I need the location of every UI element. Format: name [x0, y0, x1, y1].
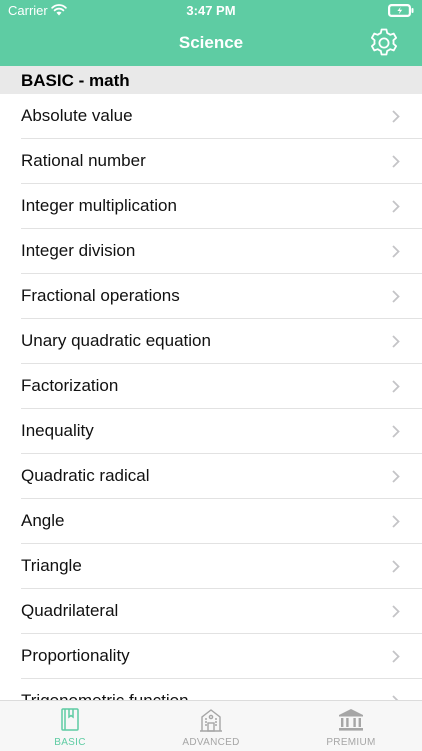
list-item-label: Trigonometric function — [21, 691, 189, 700]
list-item-label: Quadrilateral — [21, 601, 119, 620]
list-item-label: Integer multiplication — [21, 196, 177, 215]
list-item[interactable]: Trigonometric function — [21, 679, 422, 700]
list-item-label: Triangle — [21, 556, 82, 575]
chevron-right-icon — [392, 560, 400, 573]
list-item-label: Fractional operations — [21, 286, 180, 305]
list-item-label: Unary quadratic equation — [21, 331, 211, 350]
list-item[interactable]: Absolute value — [21, 94, 422, 139]
book-icon — [61, 708, 79, 731]
tab-bar: BASIC ADVANCED PREMIUM — [0, 700, 422, 751]
chevron-right-icon — [392, 605, 400, 618]
chevron-right-icon — [392, 425, 400, 438]
list-item-label: Proportionality — [21, 646, 130, 665]
list-item-label: Absolute value — [21, 106, 133, 125]
battery-icon — [388, 4, 414, 17]
list-item-label: Inequality — [21, 421, 94, 440]
chevron-right-icon — [392, 245, 400, 258]
tab-basic[interactable]: BASIC — [0, 701, 140, 751]
list-item[interactable]: Proportionality — [21, 634, 422, 679]
section-title: BASIC - math — [21, 71, 130, 90]
page-title: Science — [178, 33, 244, 52]
list-item[interactable]: Integer division — [21, 229, 422, 274]
chevron-right-icon — [392, 470, 400, 483]
list-item-label: Factorization — [21, 376, 119, 395]
status-bar: Carrier 3:47 PM — [0, 0, 422, 22]
tab-advanced-label: ADVANCED — [182, 737, 240, 748]
status-time: 3:47 PM — [186, 3, 236, 18]
list-item[interactable]: Unary quadratic equation — [21, 319, 422, 364]
list-item[interactable]: Fractional operations — [21, 274, 422, 319]
list-item[interactable]: Factorization — [21, 364, 422, 409]
chevron-right-icon — [392, 650, 400, 663]
list-item-label: Quadratic radical — [21, 466, 150, 485]
chevron-right-icon — [392, 380, 400, 393]
tab-premium[interactable]: PREMIUM — [281, 701, 421, 751]
header: Carrier 3:47 PM Science — [0, 0, 422, 66]
chevron-right-icon — [392, 200, 400, 213]
chevron-right-icon — [392, 290, 400, 303]
tab-basic-label: BASIC — [54, 737, 86, 748]
list-item[interactable]: Quadrilateral — [21, 589, 422, 634]
gear-icon[interactable] — [368, 27, 400, 59]
tab-advanced[interactable]: ADVANCED — [141, 701, 281, 751]
list-item[interactable]: Quadratic radical — [21, 454, 422, 499]
section-header: BASIC - math — [0, 66, 422, 94]
list-item[interactable]: Integer multiplication — [21, 184, 422, 229]
chevron-right-icon — [392, 110, 400, 123]
list-item-label: Integer division — [21, 241, 136, 260]
chevron-right-icon — [392, 515, 400, 528]
chevron-right-icon — [392, 155, 400, 168]
list-item[interactable]: Inequality — [21, 409, 422, 454]
tab-premium-label: PREMIUM — [326, 737, 376, 748]
list-item-label: Rational number — [21, 151, 146, 170]
topic-list: Absolute value Rational number Integer m… — [0, 94, 422, 700]
chevron-right-icon — [392, 335, 400, 348]
list-item[interactable]: Triangle — [21, 544, 422, 589]
list-item-label: Angle — [21, 511, 65, 530]
building-icon — [200, 709, 222, 732]
list-item[interactable]: Angle — [21, 499, 422, 544]
list-item[interactable]: Rational number — [21, 139, 422, 184]
bank-icon — [339, 709, 363, 731]
